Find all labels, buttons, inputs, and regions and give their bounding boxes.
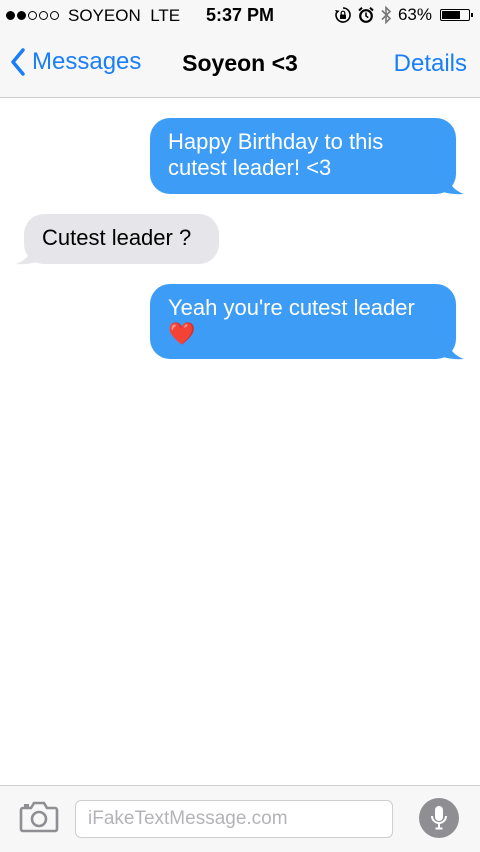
battery-level-fill (442, 11, 460, 19)
message-input-bar (0, 785, 480, 852)
message-input[interactable] (75, 800, 393, 838)
message-text: Happy Birthday to this (168, 129, 384, 154)
status-bar: SOYEON LTE 5:37 PM 63% (0, 0, 480, 32)
details-button[interactable]: Details (394, 50, 467, 78)
battery-nub (471, 13, 473, 17)
battery-icon (440, 9, 473, 21)
microphone-icon (431, 806, 447, 830)
message-text: Yeah you're cutest leader (168, 295, 415, 320)
message-bubble-sent[interactable]: Yeah you're cutest leader ❤️ (150, 284, 456, 359)
message-bubble-sent[interactable]: Happy Birthday to this cutest leader! <3 (150, 118, 456, 194)
message-text: Cutest leader ? (42, 225, 192, 250)
navigation-bar: Messages Soyeon <3 Details (0, 32, 480, 98)
status-icons: 63% (334, 5, 473, 25)
camera-button[interactable] (19, 800, 59, 839)
rotation-lock-icon (334, 6, 352, 24)
alarm-icon (358, 6, 374, 24)
messages-screen: SOYEON LTE 5:37 PM 63% Messages Soyeon <… (0, 0, 480, 852)
heart-emoji: ❤️ (168, 322, 196, 347)
camera-icon (19, 801, 59, 833)
microphone-button[interactable] (419, 798, 459, 838)
message-text: cutest leader! <3 (168, 155, 332, 180)
battery-percent: 63% (397, 5, 432, 24)
message-bubble-received[interactable]: Cutest leader ? (24, 214, 219, 264)
bluetooth-icon (380, 5, 392, 25)
